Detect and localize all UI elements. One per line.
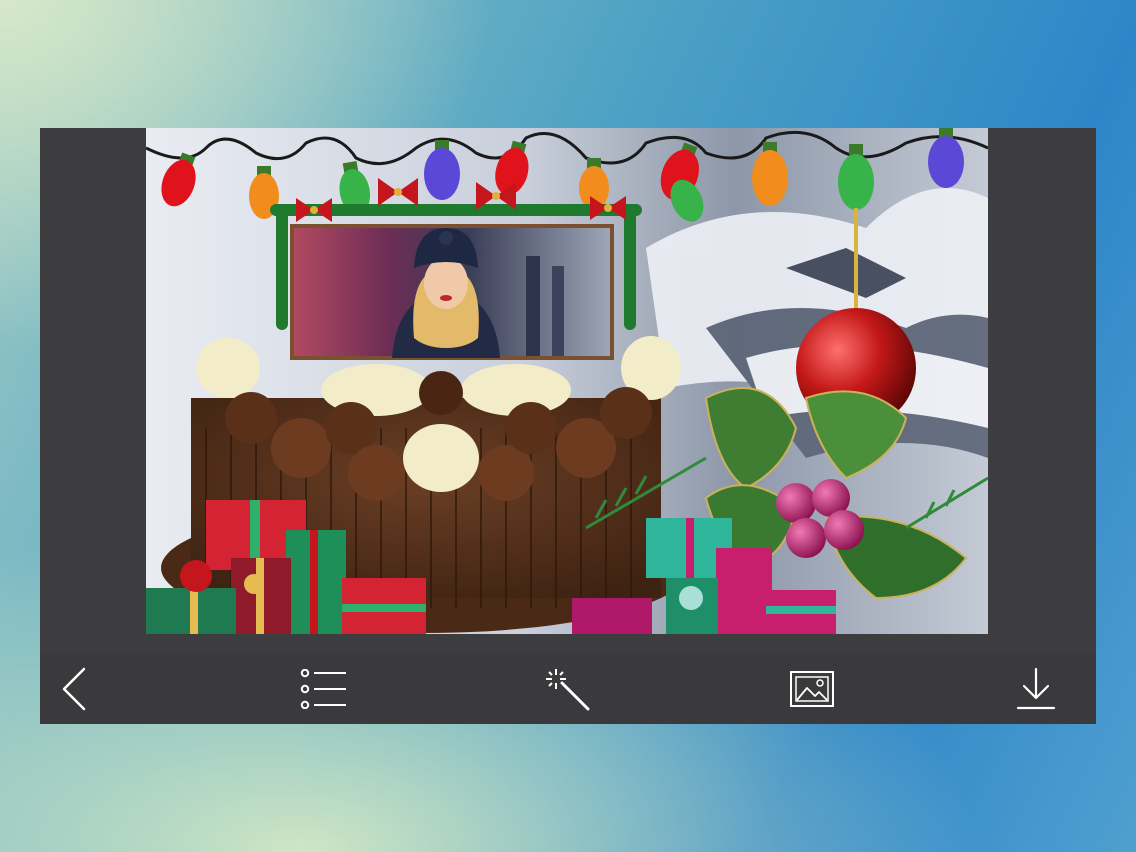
frames-list-button[interactable] <box>296 661 352 717</box>
gallery-button[interactable] <box>784 661 840 717</box>
effects-button[interactable] <box>540 661 596 717</box>
magic-wand-icon <box>546 669 590 711</box>
list-icon <box>300 669 346 709</box>
image-icon <box>790 671 834 707</box>
download-button[interactable] <box>1008 661 1064 717</box>
bottom-toolbar <box>40 653 1096 724</box>
photo-canvas[interactable] <box>146 128 988 634</box>
editor-panel <box>40 128 1096 724</box>
download-icon <box>1016 667 1056 710</box>
frame-artwork <box>146 128 988 634</box>
chevron-left-icon <box>62 667 86 711</box>
back-button[interactable] <box>48 661 104 717</box>
